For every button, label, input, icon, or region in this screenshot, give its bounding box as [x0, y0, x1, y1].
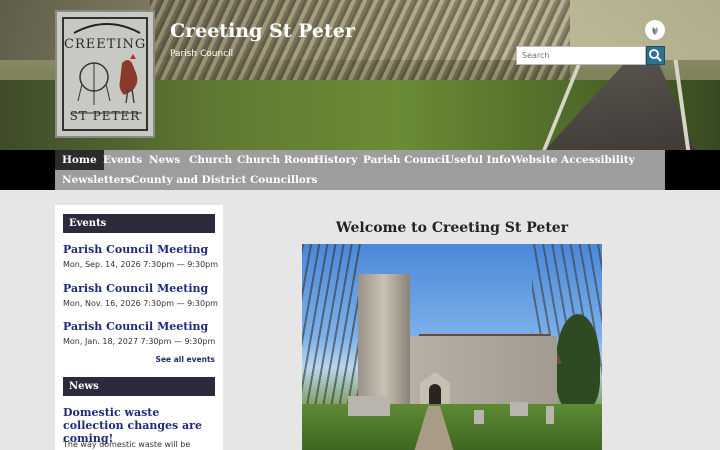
see-all-events-link[interactable]: See all events	[156, 355, 215, 364]
welcome-heading: Welcome to Creeting St Peter	[335, 220, 569, 236]
church-tower	[358, 274, 410, 409]
news-heading: News	[63, 377, 215, 396]
nav-item-county-district-councillors[interactable]: County and District Councillors	[124, 170, 324, 190]
event-title[interactable]: Parish Council Meeting	[63, 243, 208, 256]
search-button[interactable]	[646, 46, 665, 65]
header-reeds	[150, 0, 570, 90]
logo-text-top: CREETING	[64, 37, 147, 52]
site-header: CREETING ST PETER Creeting St Peter Pari…	[0, 0, 720, 150]
site-subtitle: Parish Council	[170, 49, 234, 59]
search-icon	[649, 49, 662, 62]
event-title[interactable]: Parish Council Meeting	[63, 320, 208, 333]
search-input[interactable]	[516, 46, 646, 65]
site-title[interactable]: Creeting St Peter	[170, 20, 355, 42]
nav-item-website-accessibility[interactable]: Website Accessibility	[504, 150, 642, 170]
event-date: Mon, Sep. 14, 2026 7:30pm — 9:30pm	[63, 260, 219, 269]
event-date: Mon, Jan. 18, 2027 7:30pm — 9:30pm	[63, 337, 216, 346]
event-date: Mon, Nov. 16, 2026 7:30pm — 9:30pm	[63, 299, 218, 308]
main-navigation: Home Events News Church Church Room Hist…	[55, 150, 665, 190]
nav-item-news[interactable]: News	[142, 150, 187, 170]
sidebar: Events Parish Council Meeting Mon, Sep. …	[55, 205, 223, 450]
event-title[interactable]: Parish Council Meeting	[63, 282, 208, 295]
church-photo	[302, 244, 602, 450]
logo-text-bottom: ST PETER	[69, 109, 141, 123]
village-sign-logo[interactable]: CREETING ST PETER	[55, 10, 155, 138]
leaf-icon	[652, 27, 658, 35]
news-excerpt: The way domestic waste will be	[63, 440, 191, 449]
accessibility-button[interactable]	[645, 20, 665, 40]
events-heading: Events	[63, 214, 215, 233]
